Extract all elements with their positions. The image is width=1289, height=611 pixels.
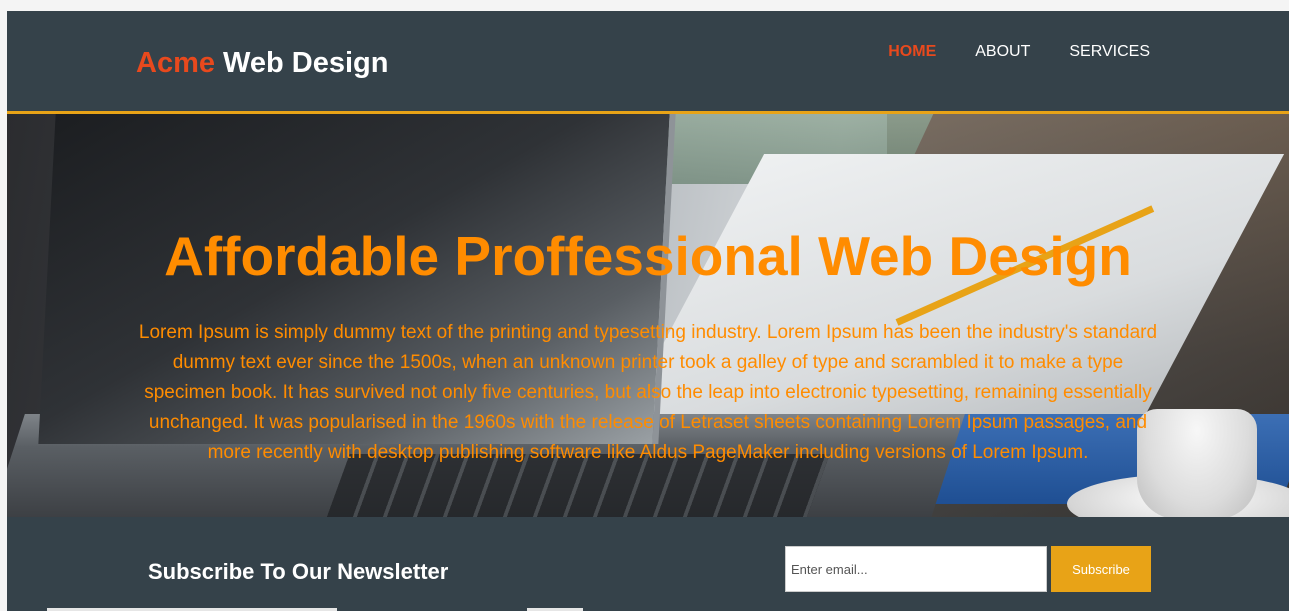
showcase-hero: Affordable Proffessional Web Design Lore… — [7, 114, 1289, 517]
site-branding[interactable]: Acme Web Design — [136, 47, 389, 80]
brand-highlight: Acme — [136, 47, 215, 79]
showcase-content: Affordable Proffessional Web Design Lore… — [7, 114, 1289, 517]
newsletter-title: Subscribe To Our Newsletter — [148, 559, 449, 584]
showcase-text: Lorem Ipsum is simply dummy text of the … — [138, 322, 1158, 463]
nav-home-link[interactable]: HOME — [888, 43, 936, 61]
subscribe-button[interactable]: Subscribe — [1051, 546, 1151, 592]
newsletter-section: Subscribe To Our Newsletter Subscribe — [7, 517, 1289, 611]
brand-name: Web Design — [215, 47, 389, 79]
page: Acme Web Design HOME ABOUT SERVICES Affo… — [7, 11, 1289, 611]
nav-about-link[interactable]: ABOUT — [975, 43, 1030, 61]
nav-services-link[interactable]: SERVICES — [1069, 43, 1150, 61]
main-nav: HOME ABOUT SERVICES — [849, 43, 1150, 61]
email-input[interactable] — [785, 546, 1047, 592]
header: Acme Web Design HOME ABOUT SERVICES — [7, 11, 1289, 114]
showcase-title: Affordable Proffessional Web Design — [164, 225, 1132, 287]
